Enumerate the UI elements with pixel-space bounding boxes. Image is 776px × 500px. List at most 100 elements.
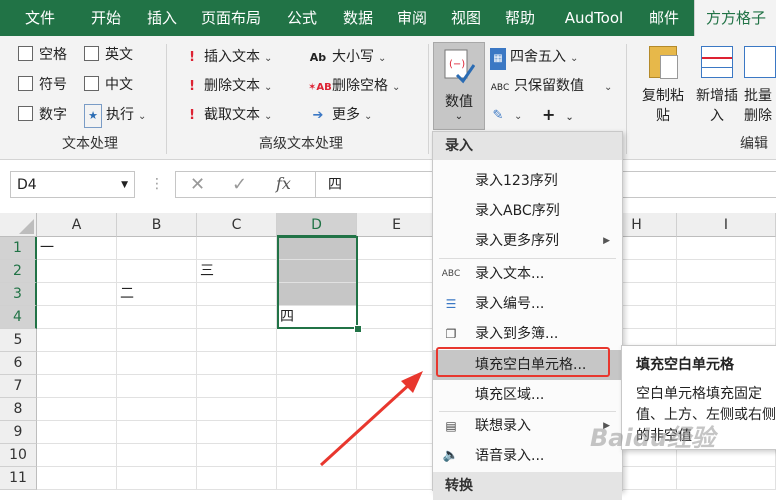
insert-function-icon[interactable]: fx (276, 174, 291, 193)
row-header-4[interactable]: 4 (0, 306, 37, 329)
cell-d2[interactable] (277, 260, 357, 283)
cell-d1[interactable] (277, 237, 357, 260)
execute-button[interactable]: ★ 执行 ⌄ (84, 104, 146, 128)
drag-handle-icon[interactable]: ⋮ (150, 176, 164, 192)
cell-d3[interactable] (277, 283, 357, 306)
menu-item-fill-range[interactable]: 填充区域... (433, 380, 622, 410)
menu-item-fill-blank-cells[interactable]: 填充空白单元格... (433, 350, 622, 380)
cell-e11[interactable] (357, 467, 437, 490)
batch-delete-button[interactable]: 批量删除 (744, 46, 776, 128)
column-header-d[interactable]: D (277, 213, 357, 237)
cell-c1[interactable] (197, 237, 277, 260)
row-header-3[interactable]: 3 (0, 283, 37, 306)
tab-review[interactable]: 审阅 (386, 0, 438, 36)
cell-a6[interactable] (37, 352, 117, 375)
row-header-6[interactable]: 6 (0, 352, 37, 375)
keep-value-button[interactable]: ABC 只保留数值 ⌄ (490, 75, 613, 97)
cell-e5[interactable] (357, 329, 437, 352)
select-all-corner[interactable] (0, 213, 37, 237)
delete-text-button[interactable]: ǃ 删除文本 ⌄ (184, 75, 273, 97)
cell-b10[interactable] (117, 444, 197, 467)
column-header-a[interactable]: A (37, 213, 117, 237)
insert-text-button[interactable]: ǃ 插入文本 ⌄ (184, 46, 273, 68)
cell-c7[interactable] (197, 375, 277, 398)
cell-a1[interactable]: 一 (37, 237, 117, 260)
cell-d4[interactable]: 四 (277, 306, 357, 329)
case-button[interactable]: Ab 大小写 ⌄ (308, 46, 387, 68)
cell-c3[interactable] (197, 283, 277, 306)
round-button[interactable]: ▦ 四舍五入 ⌄ (490, 46, 578, 70)
more-button[interactable]: ➔ 更多 ⌄ (308, 104, 373, 126)
menu-item-input-text[interactable]: ABC 录入文本... (433, 259, 622, 289)
cell-d11[interactable] (277, 467, 357, 490)
confirm-icon[interactable]: ✓ (232, 174, 247, 195)
tab-page-layout[interactable]: 页面布局 (192, 0, 270, 36)
cell-c10[interactable] (197, 444, 277, 467)
tab-help[interactable]: 帮助 (494, 0, 546, 36)
cell-b9[interactable] (117, 421, 197, 444)
cell-b7[interactable] (117, 375, 197, 398)
cell-c5[interactable] (197, 329, 277, 352)
numeric-button[interactable]: (−) 数值 ⌄ (433, 42, 485, 130)
cell-a5[interactable] (37, 329, 117, 352)
plus-button[interactable]: + ⌄ (542, 104, 574, 126)
cell-b6[interactable] (117, 352, 197, 375)
extract-text-button[interactable]: ǃ 截取文本 ⌄ (184, 104, 273, 126)
cell-c6[interactable] (197, 352, 277, 375)
delete-space-button[interactable]: ✶AB删除空格 ⌄ (308, 75, 400, 97)
checkbox-number[interactable]: 数字 (18, 104, 67, 126)
menu-item-input-more[interactable]: 录入更多序列 ▶ (433, 226, 622, 256)
tab-fangfang[interactable]: 方方格子 (694, 0, 776, 36)
column-header-b[interactable]: B (117, 213, 197, 237)
cell-c4[interactable] (197, 306, 277, 329)
tab-view[interactable]: 视图 (440, 0, 492, 36)
cell-c9[interactable] (197, 421, 277, 444)
tab-home[interactable]: 开始 (80, 0, 132, 36)
cell-i1[interactable] (677, 237, 776, 260)
cell-b1[interactable] (117, 237, 197, 260)
fill-handle[interactable] (354, 325, 362, 333)
tab-formulas[interactable]: 公式 (276, 0, 328, 36)
cell-a11[interactable] (37, 467, 117, 490)
cell-b3[interactable]: 二 (117, 283, 197, 306)
checkbox-chinese[interactable]: 中文 (84, 74, 133, 96)
cell-c8[interactable] (197, 398, 277, 421)
cell-b5[interactable] (117, 329, 197, 352)
row-header-9[interactable]: 9 (0, 421, 37, 444)
cell-i2[interactable] (677, 260, 776, 283)
column-header-e[interactable]: E (357, 213, 437, 237)
row-header-1[interactable]: 1 (0, 237, 37, 260)
numeric-extra-button[interactable]: ✎ ⌄ (490, 104, 523, 126)
cell-i3[interactable] (677, 283, 776, 306)
menu-item-input-123[interactable]: 录入123序列 (433, 166, 622, 196)
copy-paste-button[interactable]: 复制粘贴 (636, 46, 690, 128)
cell-a3[interactable] (37, 283, 117, 306)
tab-mail[interactable]: 邮件 (640, 0, 688, 36)
menu-item-input-multi-book[interactable]: ❐ 录入到多簿... (433, 319, 622, 349)
row-header-10[interactable]: 10 (0, 444, 37, 467)
cell-b2[interactable] (117, 260, 197, 283)
checkbox-english[interactable]: 英文 (84, 44, 133, 66)
tab-insert[interactable]: 插入 (136, 0, 188, 36)
cell-i11[interactable] (677, 467, 776, 490)
cell-a10[interactable] (37, 444, 117, 467)
cell-e4[interactable] (357, 306, 437, 329)
row-header-7[interactable]: 7 (0, 375, 37, 398)
cell-b8[interactable] (117, 398, 197, 421)
tab-file[interactable]: 文件 (14, 0, 66, 36)
cell-b11[interactable] (117, 467, 197, 490)
cell-a7[interactable] (37, 375, 117, 398)
row-header-8[interactable]: 8 (0, 398, 37, 421)
column-header-c[interactable]: C (197, 213, 277, 237)
new-insert-button[interactable]: 新增插入 (692, 46, 742, 128)
cell-a9[interactable] (37, 421, 117, 444)
cell-a4[interactable] (37, 306, 117, 329)
cell-e2[interactable] (357, 260, 437, 283)
cell-c11[interactable] (197, 467, 277, 490)
cell-c2[interactable]: 三 (197, 260, 277, 283)
cell-a8[interactable] (37, 398, 117, 421)
cell-b4[interactable] (117, 306, 197, 329)
row-header-2[interactable]: 2 (0, 260, 37, 283)
cancel-icon[interactable]: ✕ (190, 174, 205, 195)
name-box[interactable]: D4 ▼ (10, 171, 135, 198)
